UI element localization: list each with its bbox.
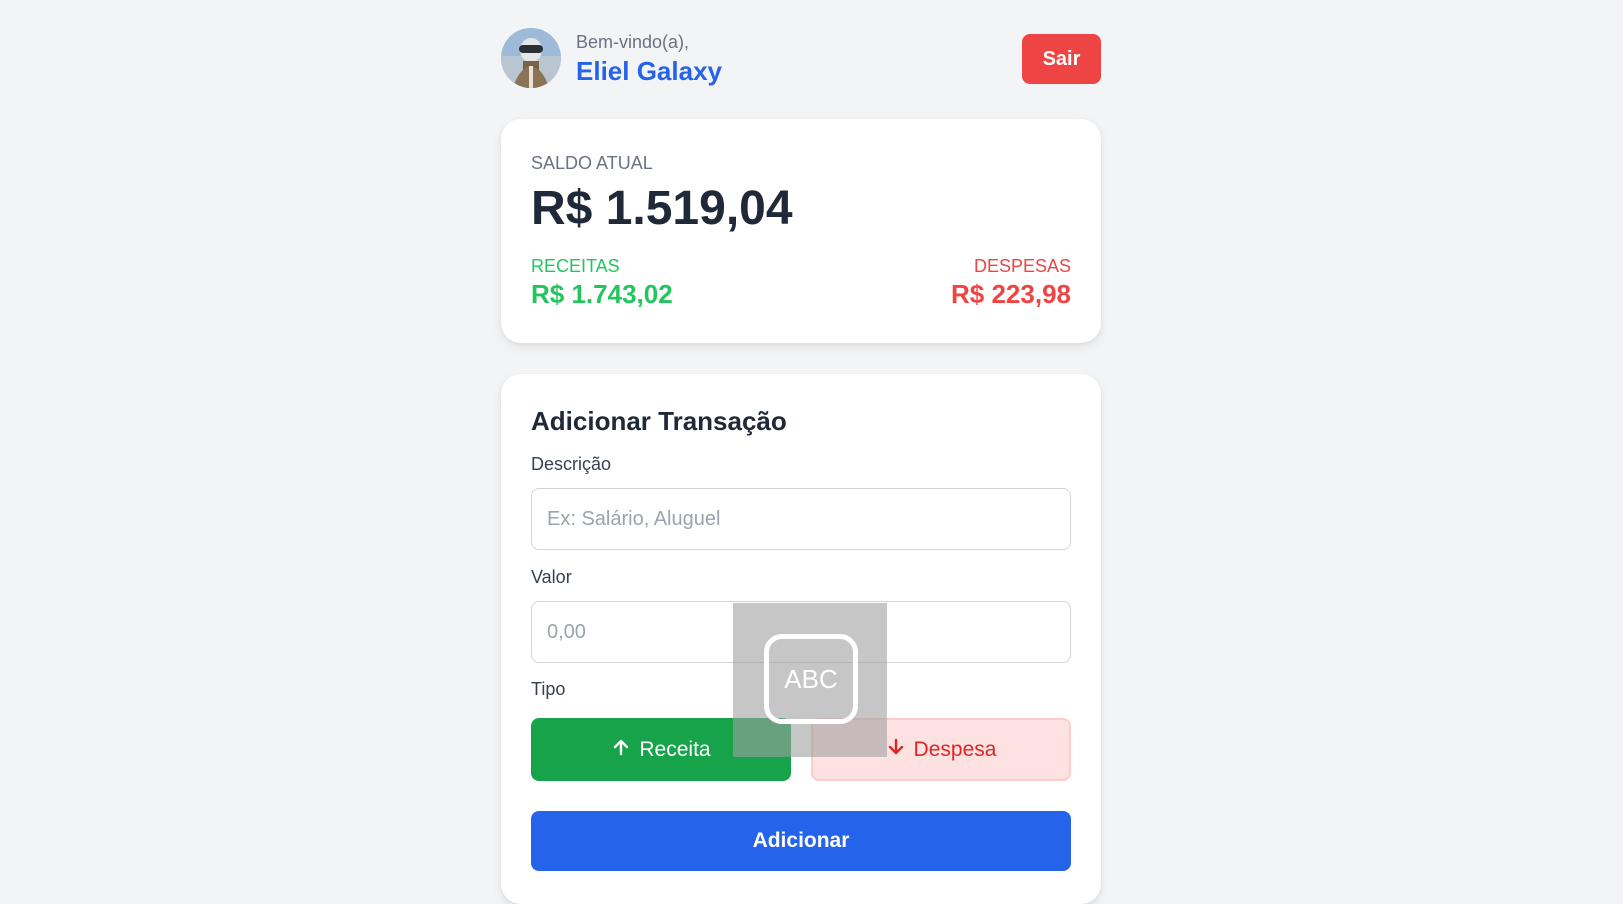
arrow-up-icon xyxy=(611,737,631,763)
form-title: Adicionar Transação xyxy=(531,406,787,436)
income-value: R$ 1.743,02 xyxy=(531,279,673,309)
logout-button[interactable]: Sair xyxy=(1022,34,1101,84)
income-label: RECEITAS xyxy=(531,256,620,276)
expense-label: DESPESAS xyxy=(973,256,1071,276)
keyboard-icon: ABC xyxy=(764,634,858,724)
amount-label: Valor xyxy=(531,567,572,587)
keyboard-indicator-text: ABC xyxy=(784,663,838,694)
balance-label: SALDO ATUAL xyxy=(531,153,653,173)
income-type-label: Receita xyxy=(639,737,711,761)
user-name: Eliel Galaxy xyxy=(576,56,722,86)
user-avatar xyxy=(501,28,561,88)
keyboard-indicator-overlay: ABC xyxy=(733,603,887,757)
description-input[interactable] xyxy=(531,488,1071,550)
type-label: Tipo xyxy=(531,679,566,699)
arrow-down-icon xyxy=(886,737,906,763)
balance-card: SALDO ATUAL R$ 1.519,04 RECEITAS R$ 1.74… xyxy=(501,119,1101,343)
balance-value: R$ 1.519,04 xyxy=(531,182,793,235)
greeting-text: Bem-vindo(a), xyxy=(576,32,690,52)
add-transaction-button[interactable]: Adicionar xyxy=(531,811,1071,871)
header: Bem-vindo(a), Eliel Galaxy Sair xyxy=(501,28,1101,90)
expense-type-label: Despesa xyxy=(913,737,997,761)
description-label: Descrição xyxy=(531,454,612,474)
expense-value: R$ 223,98 xyxy=(951,279,1071,309)
